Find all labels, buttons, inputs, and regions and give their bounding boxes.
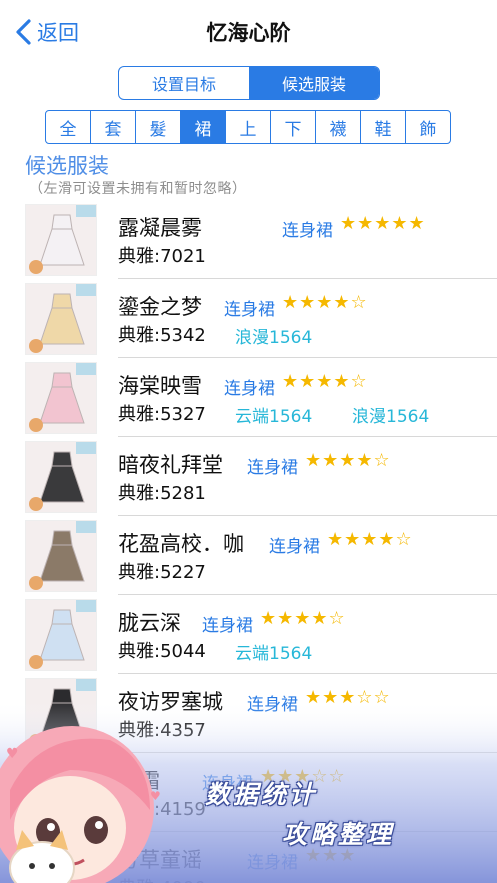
star-rating: ★★★★☆ <box>327 529 413 550</box>
section-title: 候选服装 <box>25 154 109 178</box>
category-tab-8[interactable]: 飾 <box>406 111 450 143</box>
outfit-thumbnail <box>25 362 97 434</box>
outfit-name: 露凝晨雾 <box>118 216 202 240</box>
elegance-score: 典雅:5342 <box>118 325 206 346</box>
outfit-tag: 云端1564 <box>235 407 313 427</box>
outfit-thumbnail <box>25 520 97 592</box>
list-item[interactable]: 花盈高校．咖 连身裙 ★★★★☆ 典雅:5227 <box>0 516 497 595</box>
outfit-type: 连身裙 <box>202 616 253 636</box>
star-rating: ★★★★★ <box>340 213 426 234</box>
list-item[interactable]: 暗夜礼拜堂 连身裙 ★★★★☆ 典雅:5281 <box>0 437 497 516</box>
category-tab-3[interactable]: 裙 <box>181 111 226 143</box>
nav-bar: 返回 忆海心阶 <box>0 0 497 62</box>
outfit-name: 胧云深 <box>118 611 181 635</box>
list-item[interactable]: 露凝晨雾 连身裙 ★★★★★ 典雅:7021 <box>0 200 497 279</box>
section-hint: （左滑可设置未拥有和暂时忽略） <box>29 181 247 197</box>
outfit-type: 连身裙 <box>224 379 275 399</box>
banner-slogan-1: 数据统计 <box>205 780 318 809</box>
outfit-type: 连身裙 <box>224 300 275 320</box>
outfit-type: 连身裙 <box>282 221 333 241</box>
banner-slogan-2: 攻略整理 <box>282 820 395 849</box>
page-title: 忆海心阶 <box>206 21 291 45</box>
segmented-control: 设置目标 候选服装 <box>118 66 380 100</box>
elegance-score: 典雅:5327 <box>118 404 206 425</box>
outfit-thumbnail <box>25 283 97 355</box>
category-tabs: 全套髮裙上下襪鞋飾 <box>45 110 451 144</box>
svg-text:♥: ♥ <box>6 746 19 762</box>
star-rating: ★★★★☆ <box>282 292 368 313</box>
dress-icon <box>26 363 96 433</box>
list-item[interactable]: 鎏金之梦 连身裙 ★★★★☆ 典雅:5342 浪漫1564 <box>0 279 497 358</box>
elegance-score: 典雅:7021 <box>118 246 206 267</box>
dress-icon <box>26 284 96 354</box>
list-item[interactable]: 胧云深 连身裙 ★★★★☆ 典雅:5044 云端1564 <box>0 595 497 674</box>
dress-icon <box>26 521 96 591</box>
outfit-thumbnail <box>25 441 97 513</box>
outfit-type: 连身裙 <box>269 537 320 557</box>
dress-icon <box>26 600 96 670</box>
outfit-name: 花盈高校．咖 <box>118 532 244 556</box>
category-tab-4[interactable]: 上 <box>226 111 271 143</box>
outfit-name: 暗夜礼拜堂 <box>118 453 223 477</box>
star-rating: ★★★★☆ <box>305 450 391 471</box>
segment-set-target[interactable]: 设置目标 <box>119 67 249 99</box>
elegance-score: 典雅:5044 <box>118 641 206 662</box>
dress-icon <box>26 442 96 512</box>
elegance-score: 典雅:5281 <box>118 483 206 504</box>
outfit-name: 鎏金之梦 <box>118 295 202 319</box>
dress-icon <box>26 205 96 275</box>
list-item[interactable]: 海棠映雪 连身裙 ★★★★☆ 典雅:5327 云端1564 浪漫1564 <box>0 358 497 437</box>
category-tab-1[interactable]: 套 <box>91 111 136 143</box>
category-tab-2[interactable]: 髮 <box>136 111 181 143</box>
category-tab-0[interactable]: 全 <box>46 111 91 143</box>
segment-candidate-outfits[interactable]: 候选服装 <box>249 67 379 99</box>
elegance-score: 典雅:5227 <box>118 562 206 583</box>
outfit-name: 海棠映雪 <box>118 374 202 398</box>
category-tab-5[interactable]: 下 <box>271 111 316 143</box>
outfit-thumbnail <box>25 599 97 671</box>
outfit-tag: 浪漫1564 <box>352 407 430 427</box>
svg-text:♥: ♥ <box>150 789 161 803</box>
outfit-tag: 浪漫1564 <box>235 328 313 348</box>
star-rating: ★★★★☆ <box>260 608 346 629</box>
category-tab-6[interactable]: 襪 <box>316 111 361 143</box>
star-rating: ★★★★☆ <box>282 371 368 392</box>
outfit-thumbnail <box>25 204 97 276</box>
outfit-tag: 云端1564 <box>235 644 313 664</box>
outfit-type: 连身裙 <box>247 458 298 478</box>
category-tab-7[interactable]: 鞋 <box>361 111 406 143</box>
